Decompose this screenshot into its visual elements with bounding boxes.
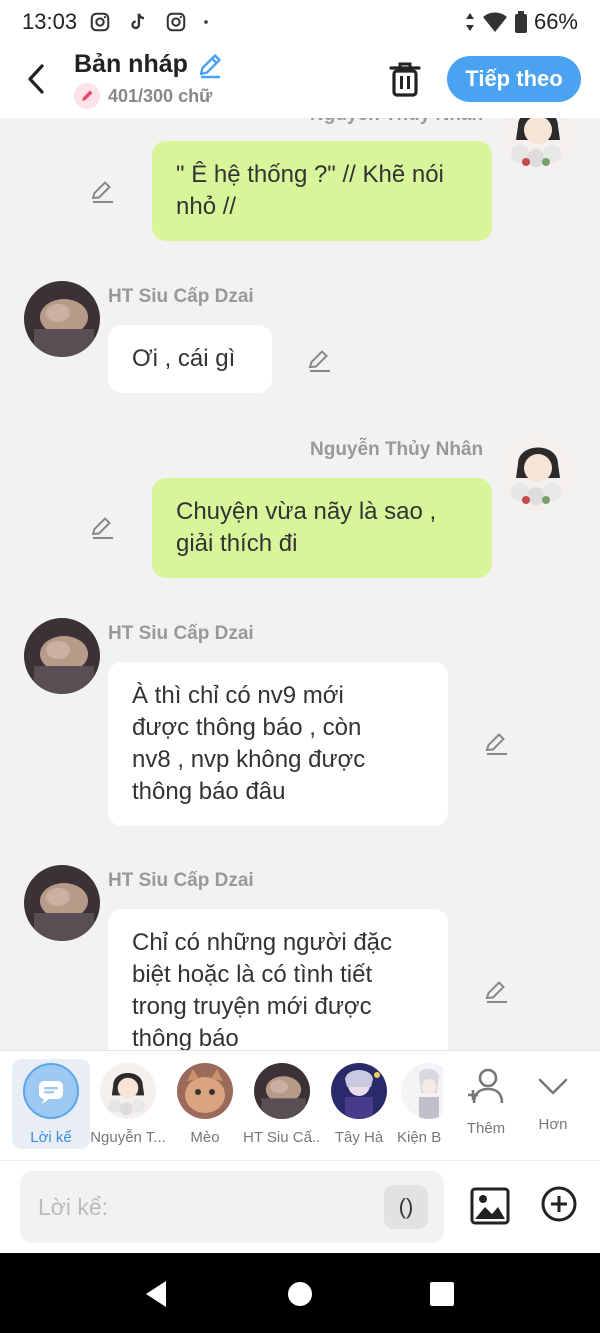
- word-counter-text: 401/300 chữ: [108, 85, 213, 106]
- message-line: À thì chỉ có nv9 mới: [132, 682, 344, 709]
- message-line: nv8 , nvp không được: [132, 746, 366, 773]
- message-line: trong truyện mới được: [132, 993, 372, 1020]
- chevron-down-icon: [538, 1078, 568, 1095]
- message-line: Ơi , cái gì: [132, 345, 236, 372]
- status-right: 66%: [464, 9, 578, 35]
- narration-input[interactable]: [20, 1171, 444, 1243]
- message-line: thông báo đâu: [132, 778, 286, 805]
- message-bubble[interactable]: À thì chỉ có nv9 mới được thông báo , cò…: [108, 662, 448, 826]
- char-kien-b[interactable]: Kiện B: [397, 1059, 443, 1146]
- char-narrator[interactable]: Lời kể: [12, 1059, 90, 1149]
- parenthesis-button[interactable]: (): [384, 1185, 428, 1229]
- pencil-icon[interactable]: [196, 51, 224, 79]
- word-counter: 401/300 chữ: [74, 83, 224, 109]
- battery-icon: [514, 11, 527, 33]
- chat-area[interactable]: Nguyễn Thủy Nhân " Ê hệ thống ?" // Khẽ …: [0, 118, 600, 1050]
- speaker-name: Nguyễn Thủy Nhân: [310, 118, 483, 126]
- message-line: biệt hoặc là có tình tiết: [132, 961, 373, 988]
- avatar-ht-siu-cap-dzai[interactable]: [24, 618, 100, 694]
- pen-badge-icon: [74, 83, 100, 109]
- message-line: Chỉ có những người đặc: [132, 929, 393, 956]
- editor-header: Bản nháp 401/300 chữ Tiếp theo: [0, 44, 600, 118]
- draft-title[interactable]: Bản nháp: [74, 50, 224, 79]
- char-label: HT Siu Cấ...: [243, 1129, 321, 1146]
- status-bar: 13:03 66%: [0, 0, 600, 44]
- char-nguyen-thuy-nhan[interactable]: Nguyễn T...: [89, 1059, 167, 1146]
- avatar-nguyen-thuy-nhan[interactable]: [500, 434, 576, 510]
- char-label: Nguyễn T...: [90, 1129, 166, 1146]
- status-time: 13:03: [22, 9, 78, 34]
- tiktok-icon: [131, 13, 145, 30]
- message-line: " Ê hệ thống ?" // Khẽ nói: [176, 161, 444, 188]
- battery-percent: 66%: [533, 9, 578, 34]
- edit-pencil-icon[interactable]: [484, 978, 510, 1004]
- speaker-name: HT Siu Cấp Dzai: [108, 623, 254, 644]
- message-line: nhỏ //: [176, 193, 237, 220]
- message-bubble[interactable]: Ơi , cái gì: [108, 325, 272, 393]
- message-line: được thông báo , còn: [132, 714, 362, 741]
- char-label: Lời kể: [30, 1129, 72, 1146]
- dot-icon: [204, 20, 208, 24]
- add-circle-icon[interactable]: [540, 1185, 578, 1223]
- image-icon[interactable]: [469, 1185, 511, 1227]
- more-button[interactable]: Hơn: [514, 1059, 592, 1133]
- instagram-icon: [166, 12, 186, 32]
- narrator-icon: [23, 1063, 79, 1119]
- message-line: giải thích đi: [176, 530, 298, 557]
- trash-icon[interactable]: [388, 60, 422, 98]
- nav-recents-icon[interactable]: [429, 1281, 455, 1307]
- message-bubble[interactable]: " Ê hệ thống ?" // Khẽ nói nhỏ //: [152, 141, 492, 241]
- draft-title-text: Bản nháp: [74, 50, 188, 78]
- back-arrow-icon[interactable]: [22, 62, 52, 96]
- speaker-name: Nguyễn Thủy Nhân: [310, 439, 484, 460]
- character-bar: Lời kể Nguyễn T... Mèo HT Siu Cấ... Tây …: [0, 1050, 600, 1160]
- char-meo[interactable]: Mèo: [166, 1059, 244, 1146]
- data-arrows-icon: [465, 13, 474, 31]
- speaker-name: HT Siu Cấp Dzai: [108, 870, 254, 891]
- speaker-name: HT Siu Cấp Dzai: [108, 286, 254, 307]
- composer-bar: (): [0, 1160, 600, 1253]
- edit-pencil-icon[interactable]: [307, 347, 333, 373]
- avatar-ht-siu-cap-dzai[interactable]: [24, 865, 100, 941]
- instagram-icon: [90, 12, 110, 32]
- message-line: thông báo: [132, 1025, 239, 1050]
- message-line: Chuyện vừa nãy là sao ,: [176, 498, 437, 525]
- char-tay-ha[interactable]: Tây Hà: [320, 1059, 398, 1146]
- edit-pencil-icon[interactable]: [90, 178, 116, 204]
- char-avatar: [331, 1063, 387, 1119]
- system-nav-bar: [0, 1253, 600, 1333]
- char-avatar: [254, 1063, 310, 1119]
- message-bubble[interactable]: Chỉ có những người đặc biệt hoặc là có t…: [108, 909, 448, 1050]
- char-label: Tây Hà: [334, 1129, 384, 1146]
- add-person-icon: [468, 1068, 504, 1104]
- edit-pencil-icon[interactable]: [484, 730, 510, 756]
- char-ht-siu-cap-dzai[interactable]: HT Siu Cấ...: [243, 1059, 321, 1146]
- message-bubble[interactable]: Chuyện vừa nãy là sao , giải thích đi: [152, 478, 492, 578]
- char-label: Mèo: [190, 1129, 220, 1146]
- char-label: Kiện B: [397, 1129, 442, 1146]
- char-label: Hơn: [538, 1116, 568, 1133]
- wifi-icon: [482, 12, 507, 32]
- title-block: Bản nháp 401/300 chữ: [74, 50, 224, 109]
- next-button[interactable]: Tiếp theo: [447, 56, 581, 102]
- avatar-ht-siu-cap-dzai[interactable]: [24, 281, 100, 357]
- nav-home-icon[interactable]: [287, 1281, 313, 1307]
- char-avatar: [177, 1063, 233, 1119]
- char-avatar: [401, 1063, 443, 1119]
- avatar-nguyen-thuy-nhan[interactable]: [500, 118, 576, 172]
- nav-back-icon[interactable]: [142, 1279, 170, 1309]
- char-avatar: [100, 1063, 156, 1119]
- edit-pencil-icon[interactable]: [90, 514, 116, 540]
